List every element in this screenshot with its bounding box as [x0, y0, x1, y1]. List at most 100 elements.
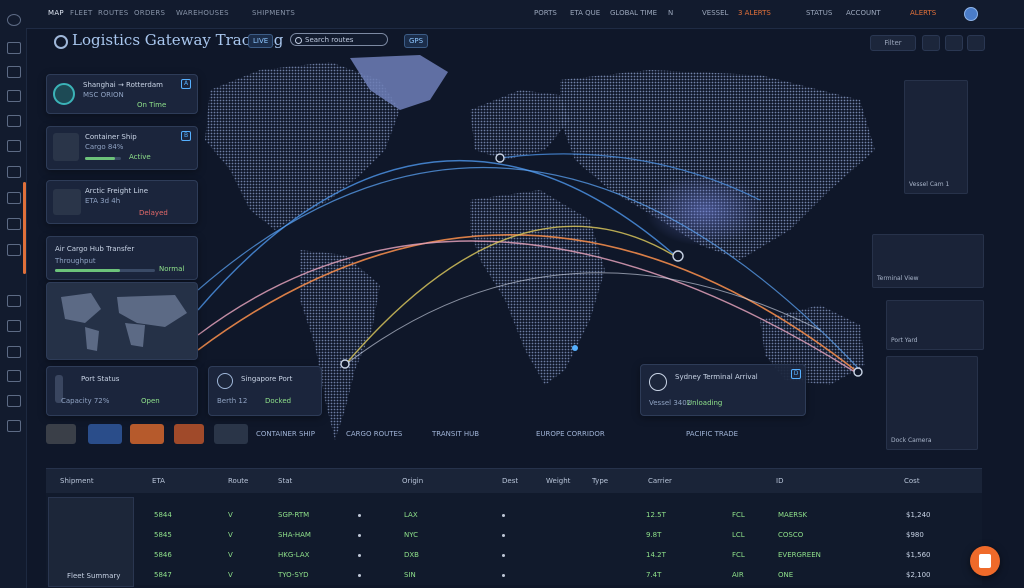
continent-north-america	[205, 62, 400, 230]
box-icon[interactable]	[7, 166, 21, 178]
cell-flag: V	[228, 531, 233, 539]
mini-map-card[interactable]	[46, 282, 198, 360]
shipment-card[interactable]: Container Ship Cargo 84% Active B	[46, 126, 198, 170]
mini-world-map	[61, 293, 187, 351]
camera-panel[interactable]: Dock Camera	[886, 356, 978, 450]
col-header[interactable]: Route	[228, 477, 248, 485]
side-label: Fleet Summary	[67, 572, 121, 580]
chip-label[interactable]: CONTAINER SHIP	[256, 430, 315, 438]
card-status: Active	[129, 153, 151, 161]
col-header[interactable]: Shipment	[60, 477, 94, 485]
camera-panel[interactable]: Port Yard	[886, 300, 984, 350]
filter-button[interactable]: Filter	[870, 35, 916, 51]
settings-icon[interactable]	[7, 395, 21, 407]
col-header[interactable]: Carrier	[648, 477, 672, 485]
nav-item-fleet[interactable]: FLEET	[70, 9, 93, 17]
rail-active-indicator	[23, 182, 26, 274]
alert-count[interactable]: 3 ALERTS	[738, 9, 771, 17]
col-header[interactable]: ID	[776, 477, 783, 485]
nav-right-time[interactable]: GLOBAL TIME	[610, 9, 657, 17]
nav-right-eta[interactable]: ETA QUE	[570, 9, 600, 17]
shield-icon[interactable]	[7, 295, 21, 307]
cell-cost: $980	[906, 531, 924, 539]
cell-id[interactable]: 5846	[154, 551, 172, 559]
shipments-table: Shipment ETA Route Stat Origin Dest Weig…	[46, 468, 982, 587]
card-title: Container Ship	[85, 133, 137, 141]
camera-panel[interactable]: Vessel Cam 1	[904, 80, 968, 194]
search-icon	[295, 37, 302, 44]
settings-button[interactable]	[967, 35, 985, 51]
route-yellow-1	[344, 225, 679, 366]
panel-label: Port Yard	[891, 337, 918, 344]
mini-continent	[125, 323, 145, 347]
list-icon[interactable]	[7, 90, 21, 102]
nav-right-status[interactable]: STATUS	[806, 9, 832, 17]
globe-icon[interactable]	[7, 244, 21, 256]
cell-port: SIN	[404, 571, 416, 579]
route-orange-1	[197, 234, 856, 371]
doc-icon[interactable]	[7, 140, 21, 152]
refresh-button[interactable]	[922, 35, 940, 51]
chip-thumb[interactable]	[214, 424, 248, 444]
hub-marker	[572, 345, 578, 351]
nav-item-orders[interactable]: ORDERS	[134, 9, 165, 17]
nav-item-routes[interactable]: ROUTES	[98, 9, 128, 17]
bell-icon[interactable]	[7, 370, 21, 382]
nav-item-map[interactable]: MAP	[48, 9, 64, 17]
chip-label[interactable]: CARGO ROUTES	[346, 430, 402, 438]
info-button[interactable]	[945, 35, 963, 51]
chat-fab-button[interactable]	[970, 546, 1000, 576]
status-dot	[358, 534, 361, 537]
chat-icon[interactable]	[7, 320, 21, 332]
port-card[interactable]: Singapore Port Berth 12 Docked	[208, 366, 322, 416]
tag-icon[interactable]	[7, 115, 21, 127]
chip-thumb[interactable]	[130, 424, 164, 444]
search-placeholder: Search routes	[305, 36, 354, 44]
shipment-card[interactable]: Arctic Freight Line ETA 3d 4h Delayed	[46, 180, 198, 224]
cell-id[interactable]: 5844	[154, 511, 172, 519]
col-header[interactable]: Stat	[278, 477, 292, 485]
chip-thumb[interactable]	[46, 424, 76, 444]
layers-icon[interactable]	[7, 218, 21, 230]
col-header[interactable]: Type	[592, 477, 608, 485]
col-header[interactable]: Origin	[402, 477, 423, 485]
wave-icon[interactable]	[7, 66, 21, 78]
camera-panel[interactable]: Terminal View	[872, 234, 984, 288]
search-input[interactable]: Search routes	[290, 33, 388, 46]
hub-marker	[672, 250, 684, 262]
chip-label[interactable]: TRANSIT HUB	[432, 430, 479, 438]
home-icon[interactable]	[7, 14, 21, 26]
nav-right-alerts[interactable]: ALERTS	[910, 9, 936, 17]
shipment-card[interactable]: Shanghai → Rotterdam MSC ORION On Time A	[46, 74, 198, 114]
col-header[interactable]: Cost	[904, 477, 920, 485]
arrival-card[interactable]: Sydney Terminal Arrival Vessel 3402 Unlo…	[640, 364, 806, 416]
hub-marker	[495, 153, 505, 163]
cell-carrier: COSCO	[778, 531, 804, 539]
chip-thumb[interactable]	[174, 424, 204, 444]
nav-item-warehouses[interactable]: WAREHOUSES	[176, 9, 229, 17]
chip-label[interactable]: PACIFIC TRADE	[686, 430, 738, 438]
port-status-card[interactable]: Port Status Capacity 72% Open	[46, 366, 198, 416]
nav-right-vessel[interactable]: VESSEL	[702, 9, 728, 17]
nav-right-account[interactable]: ACCOUNT	[846, 9, 881, 17]
status-dot	[358, 574, 361, 577]
card-subtitle: Capacity 72%	[61, 397, 110, 405]
cell-id[interactable]: 5845	[154, 531, 172, 539]
col-header[interactable]: Dest	[502, 477, 518, 485]
ship-thumbnail	[53, 133, 79, 161]
col-header[interactable]: Weight	[546, 477, 570, 485]
grid-icon[interactable]	[7, 42, 21, 54]
nav-right-ports[interactable]: PORTS	[534, 9, 557, 17]
chip-thumb[interactable]	[88, 424, 122, 444]
chart-icon[interactable]	[7, 192, 21, 204]
user-avatar[interactable]	[964, 7, 978, 21]
person-icon[interactable]	[7, 420, 21, 432]
box2-icon[interactable]	[7, 346, 21, 358]
cell-route: SHA-HAM	[278, 531, 311, 539]
nav-item-shipments[interactable]: SHIPMENTS	[252, 9, 295, 17]
col-header[interactable]: ETA	[152, 477, 165, 485]
chip-label[interactable]: EUROPE CORRIDOR	[536, 430, 605, 438]
nav-right-n[interactable]: N	[668, 9, 673, 17]
shipment-card[interactable]: Air Cargo Hub Transfer Throughput Normal	[46, 236, 198, 280]
cell-id[interactable]: 5847	[154, 571, 172, 579]
